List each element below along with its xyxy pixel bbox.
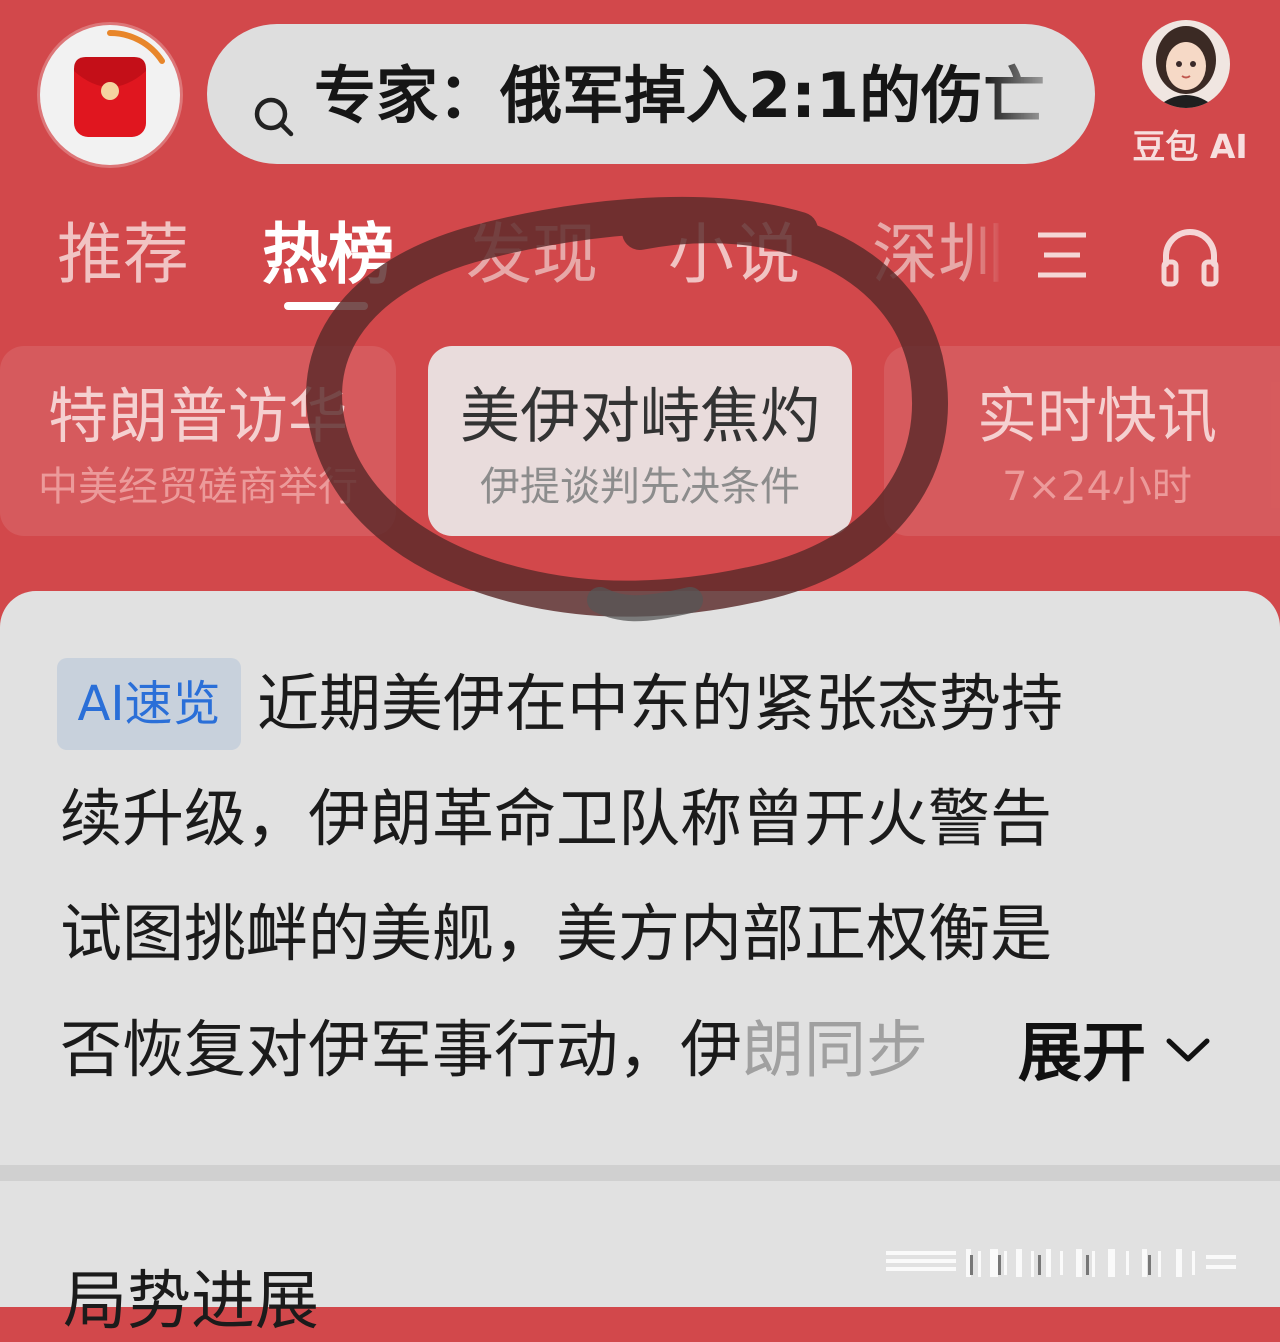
- red-packet-button[interactable]: [40, 25, 180, 165]
- chevron-down-icon[interactable]: [1165, 1035, 1211, 1065]
- section-title: 局势进展: [63, 1265, 319, 1339]
- topic-card-us-iran[interactable]: 美伊对峙焦灼 伊提谈判先决条件: [428, 346, 852, 536]
- tab-discover[interactable]: 发现: [466, 210, 598, 300]
- topic-card-trump-visit[interactable]: 特朗普访华 中美经贸磋商举行: [0, 346, 396, 536]
- channel-tabs: 推荐 热榜 发现 小说 深圳: [0, 210, 1280, 310]
- tab-recommend[interactable]: 推荐: [57, 210, 189, 300]
- tab-hot-list[interactable]: 热榜: [262, 210, 394, 300]
- topic-title: 特朗普访华: [48, 382, 348, 452]
- red-packet-icon: [74, 29, 165, 137]
- search-icon: [254, 97, 294, 137]
- ai-summary-badge: AI速览: [57, 658, 241, 750]
- expand-label: 展开: [1018, 1017, 1146, 1091]
- topic-title: 实时快讯: [977, 382, 1217, 452]
- summary-line-4: 否恢复对伊军事行动，伊朗同步: [60, 1013, 929, 1086]
- menu-icon[interactable]: [1036, 230, 1088, 280]
- topic-subtitle: 中美经贸磋商举行: [38, 464, 358, 510]
- headset-icon[interactable]: [1160, 224, 1220, 288]
- search-query-text: 专家：俄军掉入2:1的伤亡: [314, 60, 1046, 132]
- topic-title: 美伊对峙焦灼: [460, 382, 820, 452]
- topic-subtitle: 伊提谈判先决条件: [480, 464, 800, 510]
- topic-subtitle: 7×24小时: [1002, 464, 1192, 510]
- tab-shenzhen[interactable]: 深圳: [872, 210, 1004, 300]
- summary-line-1: 近期美伊在中东的紧张态势持: [257, 667, 1064, 740]
- doubao-avatar: [1142, 20, 1230, 108]
- doubao-ai-button[interactable]: 豆包 AI: [1125, 20, 1255, 170]
- topic-card-live-news[interactable]: 实时快讯 7×24小时: [884, 346, 1280, 536]
- expand-button[interactable]: 展开: [1014, 1014, 1146, 1094]
- section-divider: [0, 1165, 1280, 1181]
- watermark-barcode-icon: [886, 1249, 1236, 1277]
- summary-line-3: 试图挑衅的美舰，美方内部正权衡是: [60, 897, 1053, 970]
- search-bar[interactable]: 专家：俄军掉入2:1的伤亡: [207, 24, 1095, 164]
- tab-novel[interactable]: 小说: [668, 210, 800, 300]
- doubao-ai-label: 豆包 AI: [1132, 127, 1248, 166]
- summary-line-2: 续升级，伊朗革命卫队称曾开火警告: [60, 782, 1053, 855]
- active-tab-indicator: [284, 302, 368, 310]
